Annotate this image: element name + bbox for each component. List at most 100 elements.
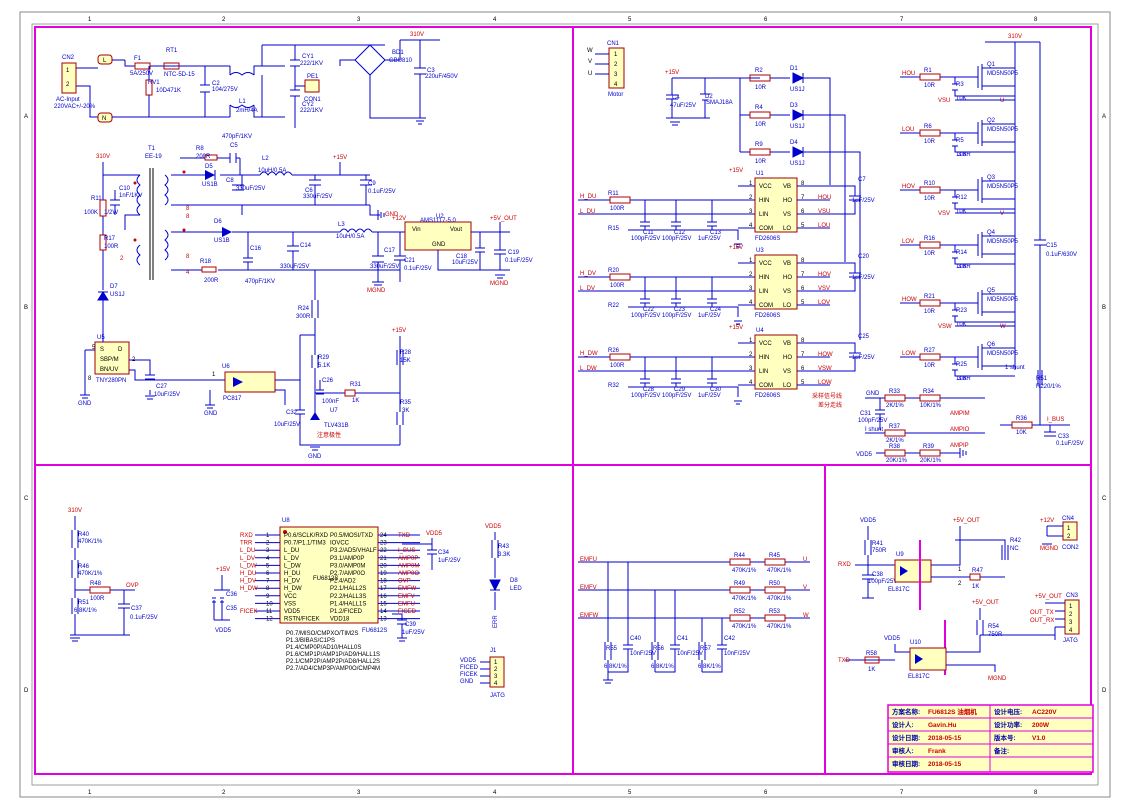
mcu-pin-label: L_DU bbox=[284, 548, 299, 554]
bemf-resistor-ref: R49 bbox=[734, 581, 746, 587]
driver-supply: +15V bbox=[729, 245, 743, 251]
bemf-resistor-value: 470K/1% bbox=[732, 624, 757, 630]
mcu-pin-label: IOVCC bbox=[330, 541, 350, 547]
mcu-right-net: OVP bbox=[398, 579, 411, 585]
svg-text:采样信号线: 采样信号线 bbox=[812, 392, 842, 400]
cn2-label: CN2 bbox=[62, 55, 75, 61]
driver-cap-value: 100pF/25V bbox=[631, 313, 660, 319]
svg-text:I_BUS: I_BUS bbox=[1047, 417, 1064, 423]
mosfet-ref: Q1 bbox=[987, 62, 996, 68]
svg-text:TXD: TXD bbox=[838, 658, 851, 664]
driver-cap-value: 100pF/25V bbox=[662, 236, 691, 242]
bemf-low-resistor-ref: R57 bbox=[700, 646, 712, 652]
svg-text:10uF/25V: 10uF/25V bbox=[452, 260, 478, 266]
bemf-cap-ref: C42 bbox=[724, 636, 736, 642]
driver-part: FD2606S bbox=[755, 313, 780, 319]
svg-text:R38: R38 bbox=[889, 444, 901, 450]
bemf-low-resistor-value: 6.8K/1% bbox=[698, 664, 721, 670]
row-label: A bbox=[24, 114, 28, 120]
svg-text:Motor: Motor bbox=[608, 92, 623, 98]
svg-text:V1.0: V1.0 bbox=[1032, 735, 1046, 742]
mosfet-gate-resistor-ref: R6 bbox=[924, 124, 932, 130]
svg-text:10uF/25V: 10uF/25V bbox=[274, 422, 300, 428]
bemf-resistor-ref: R53 bbox=[769, 609, 781, 615]
svg-text:R40: R40 bbox=[78, 532, 90, 538]
svg-text:104/275V: 104/275V bbox=[212, 87, 238, 93]
svg-text:SMAJ18A: SMAJ18A bbox=[706, 100, 733, 106]
bootstrap-cap-value: 1uF/25V bbox=[852, 275, 875, 281]
mcu-left-net: H_DW bbox=[240, 586, 258, 592]
svg-text:VDD5: VDD5 bbox=[485, 524, 502, 530]
svg-text:EL817C: EL817C bbox=[888, 587, 910, 593]
bootstrap-cap-ref: C7 bbox=[858, 177, 866, 183]
mcu-pin-label: P2.1/HALL2S bbox=[330, 586, 366, 592]
driver-ref: U3 bbox=[756, 248, 764, 254]
svg-text:1 shunt: 1 shunt bbox=[1005, 365, 1025, 371]
svg-text:R8: R8 bbox=[196, 146, 204, 152]
mcu-pin-label: P2.2/HALL3S bbox=[330, 594, 366, 600]
svg-text:0.1uF/25V: 0.1uF/25V bbox=[1056, 441, 1084, 447]
svg-text:US1B: US1B bbox=[214, 238, 230, 244]
svg-text:R34: R34 bbox=[923, 389, 935, 395]
svg-text:20K/1%: 20K/1% bbox=[886, 458, 908, 464]
driver-ref: U1 bbox=[756, 171, 764, 177]
svg-text:ERR: ERR bbox=[493, 615, 499, 628]
svg-text:+15V: +15V bbox=[333, 155, 347, 161]
driver-pin-label: VS bbox=[783, 369, 791, 375]
svg-text:222/1KV: 222/1KV bbox=[300, 61, 323, 67]
svg-text:R2: R2 bbox=[755, 68, 763, 74]
schematic-canvas: 1 2 3 4 5 6 7 8 1 2 3 4 5 6 7 8 A B C D … bbox=[19, 11, 1111, 798]
driver-resistor-ref: R32 bbox=[608, 383, 620, 389]
svg-text:C26: C26 bbox=[322, 378, 334, 384]
svg-text:NC: NC bbox=[1010, 546, 1019, 552]
mosfet-shunt-value: 3.3R bbox=[958, 376, 971, 382]
mosfet-gate-resistor-ref: R21 bbox=[924, 294, 936, 300]
svg-text:L2: L2 bbox=[262, 156, 269, 162]
svg-text:R18: R18 bbox=[200, 259, 212, 265]
svg-text:RT1: RT1 bbox=[166, 48, 178, 54]
svg-text:6.8K/1%: 6.8K/1% bbox=[74, 608, 97, 614]
svg-text:200W: 200W bbox=[1032, 722, 1050, 729]
svg-text:R51: R51 bbox=[1036, 376, 1048, 382]
svg-text:C33: C33 bbox=[1058, 434, 1070, 440]
svg-text:470K/1%: 470K/1% bbox=[78, 571, 103, 577]
svg-text:CON2: CON2 bbox=[1062, 545, 1079, 551]
svg-text:Vout: Vout bbox=[450, 227, 462, 233]
mcu-right-net: AMP0P bbox=[398, 556, 418, 562]
svg-text:470pF/1KV: 470pF/1KV bbox=[245, 279, 275, 285]
svg-text:2018-05-15: 2018-05-15 bbox=[928, 761, 962, 768]
svg-text:222/1KV: 222/1KV bbox=[300, 108, 323, 114]
mosfet-pulldown-value: 10K bbox=[956, 96, 967, 102]
v310-label: 310V bbox=[410, 32, 424, 38]
svg-text:D8: D8 bbox=[510, 578, 518, 584]
mcu-right-net: TXD bbox=[398, 533, 411, 539]
svg-text:MGND: MGND bbox=[988, 676, 1007, 682]
svg-text:U9: U9 bbox=[896, 552, 904, 558]
svg-text:1K: 1K bbox=[868, 667, 875, 673]
driver-resistor-ref: R15 bbox=[608, 226, 620, 232]
svg-text:NTC-5D-15: NTC-5D-15 bbox=[164, 72, 195, 78]
svg-text:EE-19: EE-19 bbox=[145, 154, 162, 160]
svg-text:JATG: JATG bbox=[490, 693, 505, 699]
driver-pin-label: COM bbox=[759, 226, 773, 232]
mcu-pin-label: VSS bbox=[284, 601, 296, 607]
mosfet-gate-net: LOU bbox=[902, 127, 914, 133]
svg-text:设计日期:: 设计日期: bbox=[892, 733, 920, 742]
mcu-right-net: AMP0M bbox=[398, 563, 419, 569]
svg-text:SBP/M: SBP/M bbox=[100, 357, 119, 363]
svg-text:+12V: +12V bbox=[1040, 518, 1054, 524]
svg-text:GBU810: GBU810 bbox=[389, 58, 413, 64]
svg-text:W: W bbox=[587, 48, 593, 54]
bemf-resistor-value: 470K/1% bbox=[767, 596, 792, 602]
svg-text:VDD5: VDD5 bbox=[860, 518, 877, 524]
svg-text:VDD5: VDD5 bbox=[426, 531, 443, 537]
mcu-pin-number: 20 bbox=[380, 563, 387, 569]
mosfet-gate-net: LOW bbox=[902, 351, 916, 357]
svg-text:R54: R54 bbox=[988, 624, 1000, 630]
mosfet-pulldown-ref: R23 bbox=[956, 308, 968, 314]
svg-text:100nF: 100nF bbox=[322, 399, 339, 405]
svg-text:+15V: +15V bbox=[665, 70, 679, 76]
svg-text:AC220V: AC220V bbox=[1032, 709, 1057, 716]
mosfet-gate-resistor-ref: R1 bbox=[924, 68, 932, 74]
svg-text:U6: U6 bbox=[222, 364, 230, 370]
